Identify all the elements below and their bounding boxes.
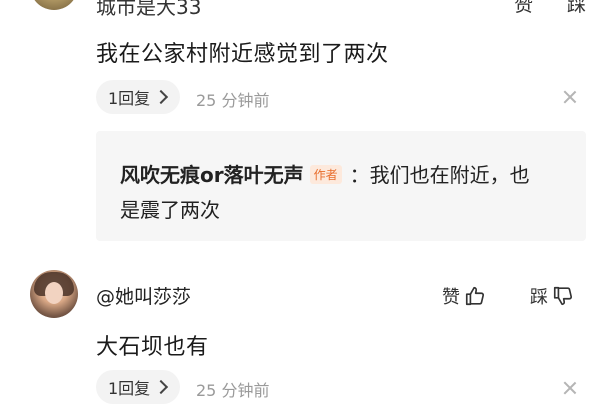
comment-username[interactable]: @她叫莎莎 (96, 282, 191, 309)
view-replies-button[interactable]: 1回复 (96, 370, 181, 404)
comment-text: 大石坝也有 (96, 335, 209, 360)
comment-username[interactable]: 城市是大33 (96, 0, 201, 20)
chevron-right-icon (154, 89, 169, 105)
reply-count-label: 1回复 (108, 379, 151, 398)
reply-text-line-1: ：我们也在附近，也 (349, 163, 530, 187)
comment-text: 我在公家村附近感觉到了两次 (96, 42, 389, 67)
avatar[interactable] (30, 0, 78, 10)
reply-count-label: 1回复 (108, 89, 151, 108)
dislike-button[interactable]: 踩 (530, 283, 574, 309)
comment-actions: 赞 踩 (514, 0, 586, 17)
chevron-right-icon (154, 379, 169, 395)
like-button[interactable]: 赞 (514, 0, 533, 17)
reply-author-name[interactable]: 风吹无痕or落叶无声 (120, 163, 304, 187)
thumbs-down-icon (553, 286, 573, 306)
comment-timestamp: 25 分钟前 (196, 91, 270, 110)
thumbs-up-icon (465, 286, 485, 306)
nested-reply-line-1: 风吹无痕or落叶无声 作者 ：我们也在附近，也 (120, 159, 530, 188)
reply-text-line-2: 是震了两次 (120, 198, 220, 222)
avatar[interactable] (30, 270, 78, 318)
comment-feed: 城市是大33 赞 踩 我在公家村附近感觉到了两次 1回复 25 分钟前 风吹无痕… (0, 0, 614, 419)
nested-reply[interactable]: 风吹无痕or落叶无声 作者 ：我们也在附近，也 是震了两次 (96, 131, 586, 241)
close-icon[interactable] (561, 379, 579, 397)
dislike-button[interactable]: 踩 (567, 0, 586, 17)
author-badge: 作者 (309, 165, 342, 184)
close-icon[interactable] (561, 88, 579, 106)
dislike-label: 踩 (530, 287, 548, 308)
view-replies-button[interactable]: 1回复 (96, 80, 181, 114)
like-button[interactable]: 赞 (442, 283, 486, 309)
like-label: 赞 (442, 287, 460, 308)
comment-timestamp: 25 分钟前 (196, 381, 270, 400)
